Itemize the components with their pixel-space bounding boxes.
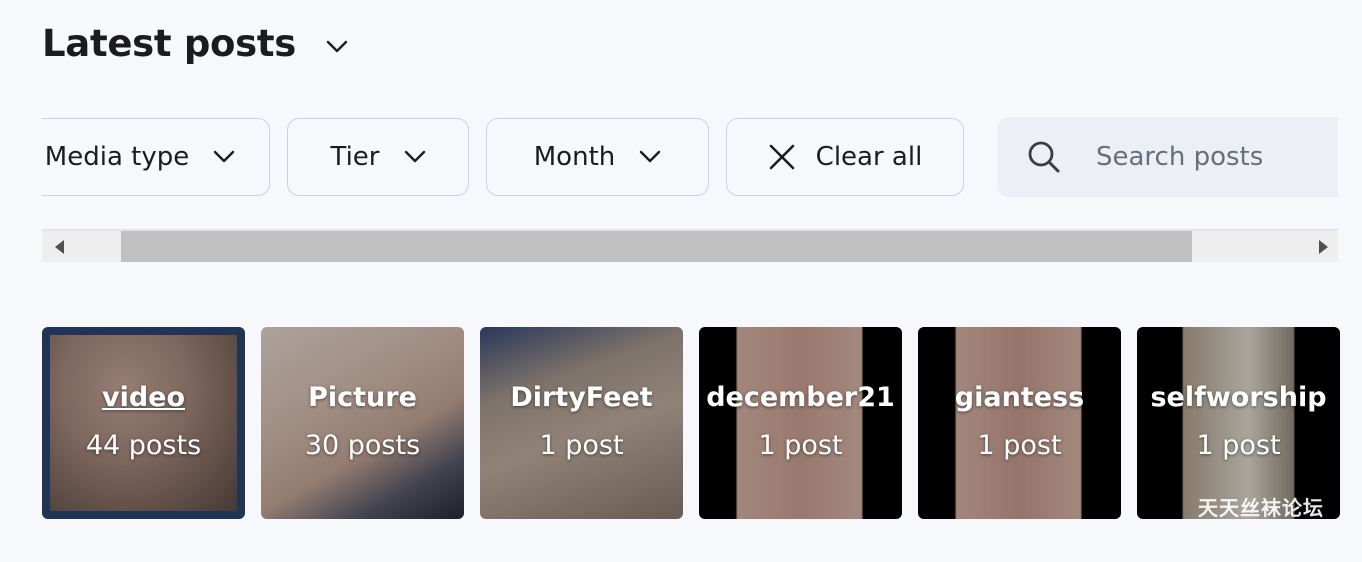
clear-all-button[interactable]: Clear all: [726, 118, 964, 196]
media-type-filter-label: Media type: [44, 142, 190, 172]
scrollbar-thumb[interactable]: [121, 231, 1192, 262]
collection-tile-december21[interactable]: december21 1 post: [699, 327, 902, 519]
media-type-filter-button[interactable]: Media type: [42, 118, 270, 196]
chevron-down-icon: [404, 150, 425, 163]
filter-bar: Media type Tier Month Clear all: [42, 117, 1338, 197]
tile-name: giantess: [954, 382, 1085, 413]
scroll-left-arrow-icon[interactable]: [55, 240, 64, 254]
tile-count: 1 post: [758, 430, 843, 461]
page-title: Latest posts: [42, 22, 296, 65]
chevron-down-icon: [214, 150, 235, 163]
tile-name: video: [101, 382, 186, 413]
page-header: Latest posts: [42, 22, 348, 65]
month-filter-button[interactable]: Month: [486, 118, 709, 196]
close-icon: [769, 144, 794, 170]
collection-tiles: video 44 posts Picture 30 posts DirtyFee…: [42, 327, 1340, 519]
collection-tile-selfworship[interactable]: selfworship 1 post 天天丝袜论坛: [1137, 327, 1340, 519]
tile-name: Picture: [308, 382, 417, 413]
scroll-right-arrow-icon[interactable]: [1319, 240, 1328, 254]
chevron-down-icon: [640, 150, 661, 163]
search-icon: [1028, 141, 1060, 173]
tile-name: december21: [706, 382, 895, 413]
tile-name: selfworship: [1150, 382, 1327, 413]
chevron-down-icon[interactable]: [326, 40, 348, 54]
horizontal-scrollbar[interactable]: [42, 229, 1338, 262]
month-filter-label: Month: [533, 142, 616, 172]
collection-tile-video[interactable]: video 44 posts: [42, 327, 245, 519]
clear-all-label: Clear all: [815, 142, 923, 172]
tile-count: 1 post: [1196, 430, 1281, 461]
collection-tile-picture[interactable]: Picture 30 posts: [261, 327, 464, 519]
tile-count: 1 post: [539, 430, 624, 461]
tier-filter-button[interactable]: Tier: [287, 118, 469, 196]
collection-tile-giantess[interactable]: giantess 1 post: [918, 327, 1121, 519]
search-box: [997, 117, 1338, 197]
collection-tile-dirtyfeet[interactable]: DirtyFeet 1 post: [480, 327, 683, 519]
tile-count: 30 posts: [304, 430, 421, 461]
watermark-text: 天天丝袜论坛: [1198, 496, 1324, 519]
search-input[interactable]: [1094, 141, 1338, 173]
tile-name: DirtyFeet: [510, 382, 653, 413]
tile-count: 44 posts: [85, 430, 202, 461]
tile-count: 1 post: [977, 430, 1062, 461]
tier-filter-label: Tier: [330, 142, 380, 172]
